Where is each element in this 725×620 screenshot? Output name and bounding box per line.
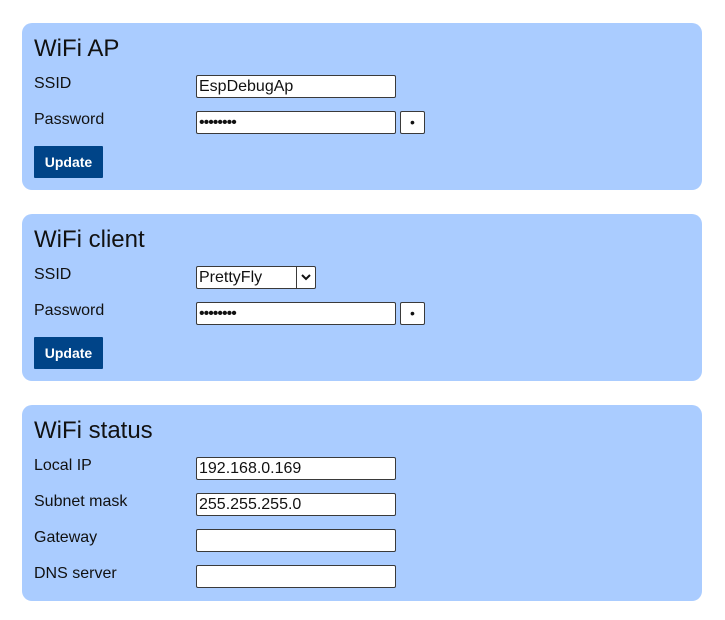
wifi-client-password-label: Password	[34, 302, 105, 319]
wifi-client-password-input[interactable]: ••••••••	[196, 302, 396, 325]
wifi-status-title: WiFi status	[34, 417, 153, 444]
wifi-ap-card: WiFi AP SSID EspDebugAp Password •••••••…	[22, 23, 702, 190]
wifi-status-card: WiFi status Local IP 192.168.0.169 Subne…	[22, 405, 702, 601]
wifi-client-card: WiFi client SSID PrettyFly Password ••••…	[22, 214, 702, 381]
wifi-client-title: WiFi client	[34, 226, 145, 253]
wifi-ap-show-password-button[interactable]: •	[400, 111, 425, 134]
wifi-client-ssid-selected: PrettyFly	[199, 269, 263, 286]
gateway-field[interactable]	[196, 529, 396, 552]
wifi-client-show-password-button[interactable]: •	[400, 302, 425, 325]
wifi-client-update-button[interactable]: Update	[34, 337, 103, 369]
subnet-mask-field[interactable]: 255.255.255.0	[196, 493, 396, 516]
dns-server-label: DNS server	[34, 565, 117, 582]
subnet-mask-label: Subnet mask	[34, 493, 128, 510]
wifi-ap-password-label: Password	[34, 111, 105, 128]
dns-server-field[interactable]	[196, 565, 396, 588]
wifi-client-ssid-select[interactable]: PrettyFly	[196, 266, 316, 289]
wifi-ap-update-button[interactable]: Update	[34, 146, 103, 178]
chevron-down-icon	[296, 267, 315, 288]
local-ip-field[interactable]: 192.168.0.169	[196, 457, 396, 480]
wifi-ap-title: WiFi AP	[34, 35, 120, 62]
wifi-ap-ssid-label: SSID	[34, 75, 72, 92]
wifi-ap-password-input[interactable]: ••••••••	[196, 111, 396, 134]
wifi-ap-ssid-input[interactable]: EspDebugAp	[196, 75, 396, 98]
wifi-client-ssid-label: SSID	[34, 266, 72, 283]
local-ip-label: Local IP	[34, 457, 92, 474]
gateway-label: Gateway	[34, 529, 98, 546]
